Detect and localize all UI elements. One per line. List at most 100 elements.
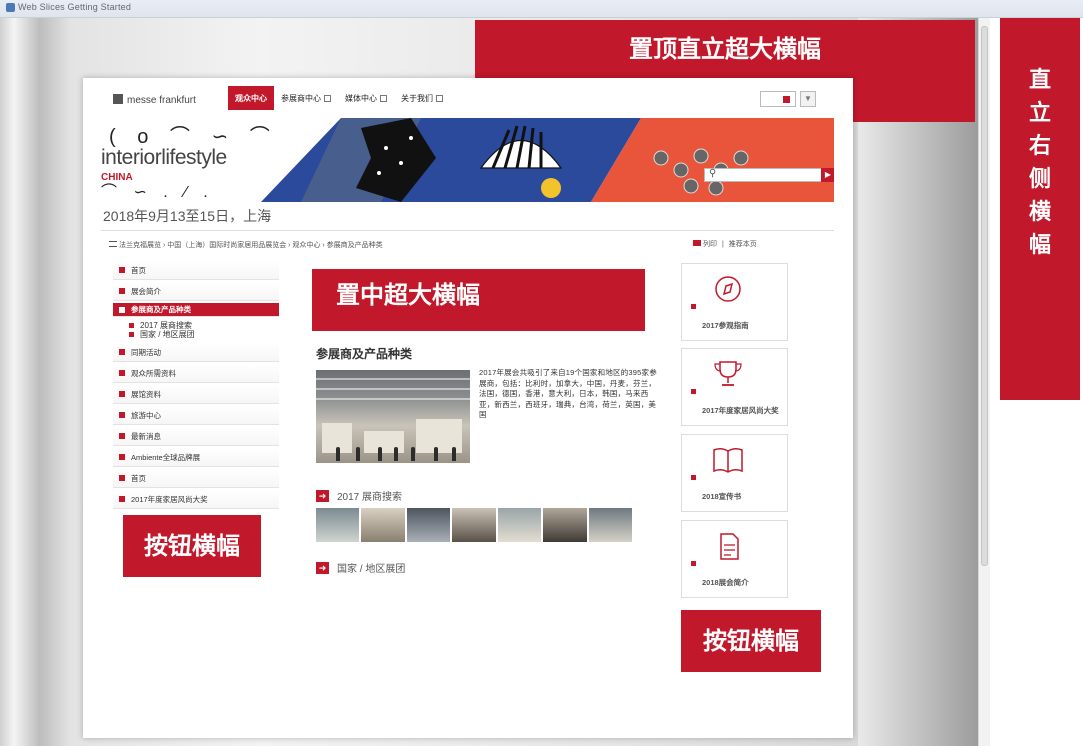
search-button[interactable]: ▶ (821, 168, 834, 182)
language-select[interactable] (760, 91, 796, 107)
messe-logo[interactable]: messe frankfurt (113, 94, 196, 106)
sidebar-item-label: 观众所需资料 (131, 368, 176, 378)
card-brochure[interactable]: 2018宣传书 (681, 434, 788, 512)
nav-label: 关于我们 (401, 93, 433, 103)
card-label: 2017参观指南 (702, 321, 749, 330)
nav-label: 参展商中心 (281, 93, 321, 103)
sidebar-item-ambiente[interactable]: Ambiente全球品牌展 (113, 448, 279, 467)
bullet-icon (119, 370, 125, 376)
bullet-icon (119, 433, 125, 439)
exhibitor-search-link[interactable]: ➜ 2017 展商搜索 (316, 488, 402, 503)
card-fair-intro[interactable]: 2018展会简介 (681, 520, 788, 598)
swirl-decoration: ( o ⌒ ∽ ⌒ (109, 126, 278, 148)
page-tools: 列印 | 推荐本页 (693, 239, 760, 249)
nav-label: 观众中心 (235, 93, 267, 103)
bullet-icon (119, 349, 125, 355)
sidebar-item-label: 同期活动 (131, 347, 161, 357)
card-label: 2018展会简介 (702, 578, 749, 587)
dropdown-icon (324, 94, 331, 102)
nav-label: 媒体中心 (345, 93, 377, 103)
sidebar-item-label: 2017年度家居风尚大奖 (131, 494, 208, 504)
bullet-icon (119, 475, 125, 481)
print-link[interactable]: 列印 (703, 241, 717, 248)
left-button-banner[interactable]: 按钮横幅 (123, 515, 261, 577)
vbanner-char: 幅 (1028, 232, 1051, 258)
arrow-icon: ➜ (316, 489, 329, 502)
hero-artwork (261, 118, 834, 202)
sidebar-item-label: 展会简介 (131, 286, 161, 296)
left-sidebar: 首页 展会简介 参展商及产品种类 2017 展商搜索 国家 / 地区展团 同期活… (113, 261, 279, 511)
sidebar-item-exhibitors[interactable]: 参展商及产品种类 (113, 303, 279, 317)
bullet-icon (691, 389, 696, 394)
card-label: 2017年度家居风尚大奖 (702, 406, 779, 415)
language-dropdown-button[interactable]: ▼ (800, 91, 816, 107)
sidebar-item-home[interactable]: 首页 (113, 261, 279, 280)
sidebar-item-visitor-info[interactable]: 观众所需资料 (113, 364, 279, 383)
main-nav: 观众中心 参展商中心 媒体中心 关于我们 (228, 86, 450, 110)
bullet-icon (691, 475, 696, 480)
photo-strip (316, 508, 634, 542)
sidebar-item-label: 最新消息 (131, 431, 161, 441)
swirl-decoration: ⌒ ∽ . ∕ . (101, 184, 214, 201)
bullet-icon (119, 412, 125, 418)
card-awards[interactable]: 2017年度家居风尚大奖 (681, 348, 788, 426)
sidebar-item-label: Ambiente全球品牌展 (131, 452, 201, 462)
sidebar-item-news[interactable]: 最新消息 (113, 427, 279, 446)
arrow-icon: ➜ (316, 561, 329, 574)
sidebar-item-home-2[interactable]: 首页 (113, 469, 279, 488)
bookmarks-text[interactable]: Web Slices Getting Started (18, 2, 131, 12)
bullet-icon (119, 288, 125, 294)
sidebar-subitem[interactable]: 2017 展商搜索 (129, 321, 279, 330)
nav-item-exhibitor-center[interactable]: 参展商中心 (274, 86, 338, 110)
logo-text: messe frankfurt (127, 95, 196, 106)
link-label: 2017 展商搜索 (337, 492, 403, 503)
sidebar-item-label: 首页 (131, 473, 146, 483)
bullet-icon (119, 391, 125, 397)
logo-icon (113, 94, 123, 104)
search-input[interactable]: ⚲ (704, 168, 824, 182)
nav-item-visitor-center[interactable]: 观众中心 (228, 86, 274, 110)
bullet-icon (119, 306, 125, 313)
card-visitor-guide[interactable]: 2017参观指南 (681, 263, 788, 341)
right-vertical-banner[interactable]: 直 立 右 侧 横 幅 (1000, 18, 1080, 400)
search-icon: ⚲ (709, 168, 717, 179)
breadcrumb-text[interactable]: 法兰克福展览 › 中国（上海）国际时尚家居用品展览会 › 观众中心 › 参展商及… (119, 242, 383, 249)
sidebar-item-travel[interactable]: 旅游中心 (113, 406, 279, 425)
vbanner-char: 直 (1028, 67, 1051, 93)
scrollbar-thumb[interactable] (981, 26, 988, 566)
center-banner[interactable]: 置中超大横幅 (312, 269, 645, 331)
header-divider (101, 230, 834, 231)
flag-icon (783, 96, 790, 103)
country-pavilions-link[interactable]: ➜ 国家 / 地区展团 (316, 560, 405, 575)
book-icon (713, 447, 743, 473)
nav-item-about-us[interactable]: 关于我们 (394, 86, 450, 110)
sidebar-item-events[interactable]: 同期活动 (113, 343, 279, 362)
sidebar-item-awards[interactable]: 2017年度家居风尚大奖 (113, 490, 279, 509)
trophy-icon (714, 361, 742, 386)
sidebar-item-venue[interactable]: 展馆资料 (113, 385, 279, 404)
exhibition-hall-photo (316, 370, 470, 463)
bullet-icon (119, 267, 125, 273)
hero-banner: ( o ⌒ ∽ ⌒ interiorlifestyle CHINA ⌒ ∽ . … (101, 118, 834, 202)
nav-item-media-center[interactable]: 媒体中心 (338, 86, 394, 110)
recommend-link[interactable]: 推荐本页 (729, 241, 757, 248)
vbanner-char: 侧 (1028, 166, 1051, 192)
breadcrumb[interactable]: 法兰克福展览 › 中国（上海）国际时尚家居用品展览会 › 观众中心 › 参展商及… (109, 240, 383, 250)
vbanner-char: 右 (1028, 133, 1051, 159)
sidebar-item-label: 参展商及产品种类 (131, 305, 191, 314)
top-banner-extension (853, 78, 975, 122)
section-title: 参展商及产品种类 (316, 347, 413, 361)
sidebar-subitem[interactable]: 国家 / 地区展团 (129, 330, 279, 339)
bullet-icon (691, 304, 696, 309)
bullet-icon (119, 454, 125, 460)
right-button-banner[interactable]: 按钮横幅 (681, 610, 821, 672)
brand-title: interiorlifestyle (101, 146, 227, 169)
bullet-icon (691, 561, 696, 566)
scrollbar[interactable] (978, 18, 990, 746)
description-text: 2017年展会共吸引了来自19个国家和地区的395家参展商，包括：比利时，加拿大… (479, 368, 657, 419)
dropdown-icon (436, 94, 443, 102)
top-banner[interactable]: 置顶直立超大横幅 (475, 20, 975, 78)
compass-icon (715, 276, 741, 302)
menu-icon (109, 241, 117, 247)
sidebar-item-intro[interactable]: 展会简介 (113, 282, 279, 301)
